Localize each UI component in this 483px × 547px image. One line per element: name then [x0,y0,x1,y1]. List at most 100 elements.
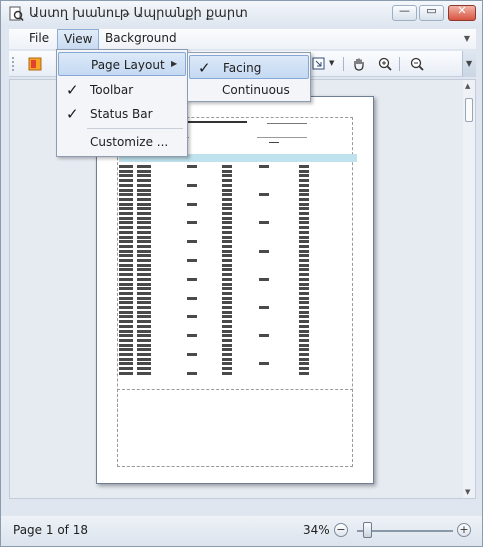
report-table-cell [222,301,232,305]
zoom-slider-thumb[interactable] [363,522,372,538]
report-table-cell [119,193,133,197]
report-table-cell [299,367,309,371]
report-table-cell [299,291,309,295]
report-table-cell [299,259,309,262]
checkmark-icon: ✓ [66,81,79,99]
report-table-cell [222,254,232,258]
view-menu: Page Layout ▶ ✓ Toolbar ✓ Status Bar Cus… [56,49,188,157]
zoom-out-icon[interactable] [409,56,425,72]
vertical-scrollbar[interactable]: ▲ ▼ [463,80,475,498]
menu-item-continuous[interactable]: Continuous [189,78,309,102]
report-table-cell [299,188,309,192]
zoom-level: 34% [303,523,330,537]
report-table-cell [137,310,151,314]
report-table-row [119,353,357,357]
report-table-cell [119,188,133,192]
report-table-cell [222,183,232,187]
menu-item-toolbar[interactable]: ✓ Toolbar [58,78,186,102]
report-table-cell [137,362,151,366]
report-table-cell [299,296,309,300]
toolbar-separator [343,57,344,71]
report-table-cell [259,362,269,366]
report-table-cell [137,273,151,277]
report-table-cell [137,197,151,201]
report-table-cell [119,226,133,230]
report-table-cell [299,207,309,211]
report-table-cell [137,287,151,291]
report-table-cell [299,287,309,291]
zoom-in-button[interactable]: + [457,523,471,537]
zoom-page-icon[interactable] [311,56,327,72]
report-table-row [119,165,357,169]
toolbar-options-button[interactable]: ▼ [462,51,476,77]
report-table-cell [137,202,151,206]
report-table-cell [299,212,309,215]
report-table-cell [222,207,232,211]
report-table-cell [119,221,133,225]
toolbar-grip[interactable] [12,57,15,71]
menubar-overflow-icon[interactable]: ▼ [464,34,470,43]
report-table-cell [222,273,232,277]
hand-tool-icon[interactable] [351,56,367,72]
report-table-cell [222,362,232,366]
report-table-cell [222,259,232,262]
report-table-cell [187,183,197,187]
report-table-cell [119,216,133,220]
menu-item-label: Toolbar [90,83,134,97]
report-table-cell [299,268,309,272]
report-table-row [119,240,357,244]
report-table-cell [119,179,133,183]
report-table-cell [299,221,309,225]
menu-view[interactable]: View [57,29,100,49]
report-table-cell [222,174,232,178]
menu-background[interactable]: Background [99,29,183,49]
report-table-row [119,306,357,310]
report-table-cell [187,334,197,338]
report-table-cell [222,329,232,333]
report-table-row [119,282,357,287]
minimize-button[interactable]: — [392,4,417,21]
report-table-cell [299,353,309,356]
report-table-cell [222,277,232,281]
scrollbar-thumb[interactable] [465,98,473,122]
report-table-cell [119,329,133,333]
report-table-cell [137,329,151,333]
report-table-cell [137,183,151,187]
scroll-up-icon[interactable]: ▲ [465,82,470,90]
menu-item-customize[interactable]: Customize ... [58,130,186,154]
report-table-cell [137,301,151,305]
close-button[interactable]: ✕ [448,4,476,21]
zoom-page-dropdown-icon[interactable]: ▼ [329,59,334,67]
report-table-cell [137,277,151,281]
menu-item-facing[interactable]: ✓ Facing [189,55,309,79]
report-table-cell [299,329,309,333]
report-table-row [119,254,357,258]
menu-item-status-bar[interactable]: ✓ Status Bar [58,102,186,126]
zoom-out-button[interactable]: − [334,523,348,537]
report-table-cell [299,371,309,375]
title-bar[interactable]: Աստղ խանութ Ապրանքի քարտ — ▭ ✕ [1,1,482,27]
document-map-icon[interactable] [27,56,43,72]
window-title: Աստղ խանութ Ապրանքի քարտ [29,6,248,21]
submenu-arrow-icon: ▶ [171,59,178,68]
report-table-cell [222,296,232,300]
report-table-cell [119,362,133,366]
menu-item-label: Page Layout [91,58,165,72]
report-table-cell [137,334,151,338]
zoom-in-icon[interactable] [377,56,393,72]
report-table-row [119,249,357,254]
report-table-cell [222,282,232,286]
menu-item-label: Continuous [222,83,290,97]
report-table-cell [119,306,133,309]
report-table-cell [119,268,133,272]
scroll-down-icon[interactable]: ▼ [465,488,470,496]
report-table-cell [222,263,232,267]
report-table-cell [222,165,232,168]
menu-file[interactable]: File [23,29,55,49]
report-table-row [119,179,357,183]
report-table-cell [299,174,309,178]
menu-item-page-layout[interactable]: Page Layout ▶ [58,52,186,76]
report-table-cell [299,320,309,324]
report-table-row [119,371,357,376]
maximize-button[interactable]: ▭ [419,4,444,21]
